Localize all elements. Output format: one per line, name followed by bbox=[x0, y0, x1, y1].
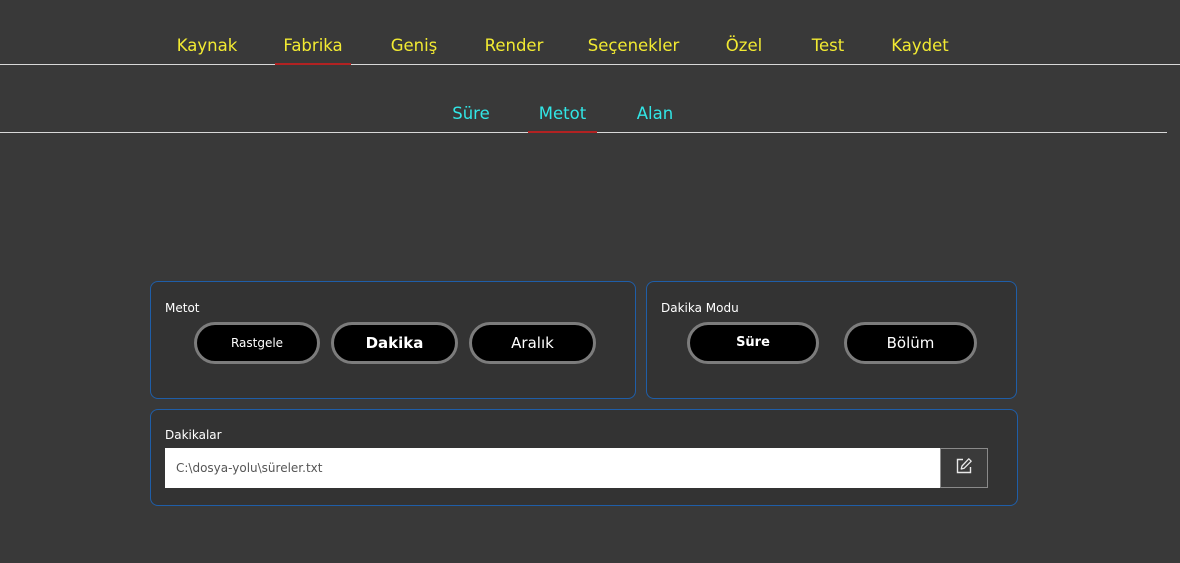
tab-fabrika[interactable]: Fabrika bbox=[275, 33, 351, 65]
edit-file-button[interactable] bbox=[940, 448, 988, 488]
edit-icon bbox=[955, 457, 973, 479]
tab-genis[interactable]: Geniş bbox=[386, 33, 442, 64]
mode-option-bolum[interactable]: Bölüm bbox=[844, 322, 977, 364]
minutes-panel-title: Dakikalar bbox=[165, 428, 222, 442]
tab-sure[interactable]: Süre bbox=[446, 101, 496, 132]
tab-metot[interactable]: Metot bbox=[528, 101, 597, 133]
tab-ozel[interactable]: Özel bbox=[721, 33, 767, 64]
tab-test[interactable]: Test bbox=[806, 33, 850, 64]
main-tab-bar: Kaynak Fabrika Geniş Render Seçenekler Ö… bbox=[0, 33, 1180, 65]
mode-option-sure[interactable]: Süre bbox=[687, 322, 819, 364]
tab-secenekler[interactable]: Seçenekler bbox=[585, 33, 682, 64]
minute-mode-panel-title: Dakika Modu bbox=[661, 301, 739, 315]
method-option-aralik[interactable]: Aralık bbox=[469, 322, 596, 364]
tab-alan[interactable]: Alan bbox=[631, 101, 679, 132]
tab-kaynak[interactable]: Kaynak bbox=[174, 33, 240, 64]
method-panel-title: Metot bbox=[165, 301, 200, 315]
tab-kaydet[interactable]: Kaydet bbox=[887, 33, 953, 64]
method-option-dakika[interactable]: Dakika bbox=[331, 322, 458, 364]
method-panel: Metot Rastgele Dakika Aralık bbox=[150, 281, 636, 399]
minute-mode-panel: Dakika Modu Süre Bölüm bbox=[646, 281, 1017, 399]
minutes-panel: Dakikalar bbox=[150, 409, 1018, 506]
method-option-rastgele[interactable]: Rastgele bbox=[194, 322, 320, 364]
sub-tab-bar: Süre Metot Alan bbox=[0, 101, 1167, 133]
file-path-input[interactable] bbox=[165, 448, 940, 488]
tab-render[interactable]: Render bbox=[480, 33, 548, 64]
